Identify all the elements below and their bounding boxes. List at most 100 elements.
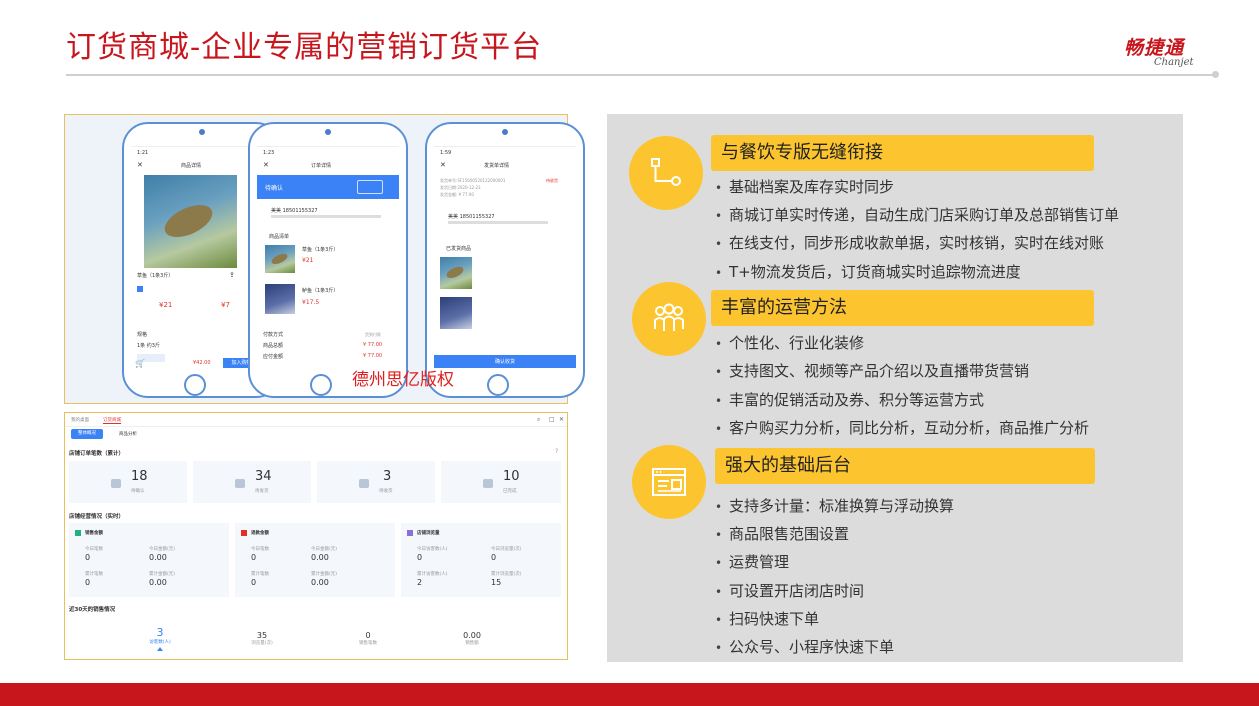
due-label: 应付金额: [263, 354, 284, 360]
close-icon[interactable]: ✕: [263, 161, 269, 169]
stat-value: 0.00: [463, 631, 481, 640]
count-card-completed[interactable]: 10 已完成: [441, 461, 561, 503]
item-image: [265, 284, 295, 314]
metric-label: 今日金额(元): [311, 547, 338, 552]
stat-label: 销售额: [465, 641, 479, 646]
screen-title: 发货单详情: [484, 163, 510, 169]
card-sales-amount: 销售金额 今日笔数 0 今日金额(元) 0.00 累计笔数 0 累计金额(元) …: [69, 523, 229, 597]
due-value: ¥ 77.00: [363, 353, 383, 359]
count-card-pending-confirm[interactable]: 18 待确认: [69, 461, 187, 503]
metric-label: 今日访客数(人): [417, 547, 448, 552]
metric-value: 0.00: [311, 578, 329, 587]
metric-value: 0: [417, 553, 423, 562]
order-status: 待确认: [265, 185, 284, 192]
stat-label: 浏览量(次): [251, 641, 273, 646]
feature-item: • 可设置开店闭店时间: [715, 582, 865, 600]
metric-value: 0: [85, 553, 91, 562]
metric-value: 0: [85, 578, 91, 587]
confirm-receipt-button[interactable]: 确认收货: [434, 355, 576, 368]
feature-item: • 商城订单实时传递，自动生成门店采购订单及总部销售订单: [715, 206, 1120, 224]
count-label: 已完成: [503, 489, 517, 494]
close-icon[interactable]: ✕: [137, 161, 143, 169]
feature-item: • 支持多计量：标准换算与浮动换算: [715, 497, 955, 515]
count-value: 18: [131, 469, 148, 484]
bottom-brand-bar: [0, 683, 1259, 706]
metric-label: 今日金额(元): [149, 547, 176, 552]
stat-sales-count[interactable]: 0 销售笔数: [353, 631, 383, 646]
stat-value: 35: [256, 631, 268, 640]
list-label: 商品清单: [269, 234, 290, 240]
count-card-pending-ship[interactable]: 34 待发货: [193, 461, 311, 503]
section-business-status: 店铺经营情况（实时）: [69, 514, 125, 520]
close-icon[interactable]: ✕: [440, 161, 446, 169]
order-contact: 美美 18501155327: [271, 208, 318, 214]
count-card-pending-receipt[interactable]: 3 待收货: [317, 461, 435, 503]
feature-item: • 支持图文、视频等产品介绍以及直播带货营销: [715, 362, 1030, 380]
search-icon[interactable]: ⌕: [537, 416, 540, 424]
count-value: 10: [503, 469, 520, 484]
address-line: [271, 215, 381, 218]
count-label: 待收货: [379, 489, 393, 494]
section-30day-sales: 近30天的销售情况: [69, 607, 116, 613]
stat-value: 0: [365, 631, 371, 640]
phone-screen: 1:23 ✕ 订单详情 待确认 美美 18501155327 商品清单 草鱼（1…: [257, 146, 399, 368]
count-label: 待确认: [131, 489, 145, 494]
metric-value: 2: [417, 578, 423, 587]
team-icon: [654, 303, 684, 331]
subtab-overview[interactable]: 整体概况: [71, 429, 103, 439]
metric-label: 累计金额(元): [149, 572, 176, 577]
feature-item: • 在线支付，同步形成收款单据，实时核销，实时在线对账: [715, 234, 1105, 252]
count-label: 待发货: [255, 489, 269, 494]
pay-label: 付款方式: [263, 332, 284, 338]
metric-value: 15: [491, 578, 502, 587]
metric-label: 累计金额(元): [311, 572, 338, 577]
cart-icon[interactable]: 🛒: [135, 359, 145, 368]
item-price: ¥17.5: [302, 299, 320, 306]
total-value: ¥ 77.00: [363, 342, 383, 348]
stat-visitors[interactable]: 3 访客数(人): [145, 626, 175, 651]
feature-circle: [632, 445, 706, 519]
tab-ordering-mall[interactable]: 订货商城: [103, 417, 121, 424]
metric-value: 0.00: [149, 578, 167, 587]
copyright-watermark: 德州思亿版权: [352, 370, 454, 390]
feature-panel: 与餐饮专版无缝衔接 • 基础档案及库存实时同步 • 商城订单实时传递，自动生成门店采…: [607, 114, 1183, 662]
address-line: [448, 221, 548, 224]
phone-shipment-detail: 1:59 ✕ 发货单详情 发货单号:SF15600520122000001 待收…: [425, 122, 585, 398]
share-icon[interactable]: ⇪: [229, 271, 235, 279]
count-value: 34: [255, 469, 272, 484]
tag-icon: [137, 286, 143, 292]
dashboard-subtabs: 整体概况 商品分析: [65, 429, 567, 441]
dashboard-screenshot: 我的桌面 订货商城 ⌕ □ ✕ 整体概况 商品分析 店铺订单笔数（累计） ? 1…: [64, 412, 568, 660]
spec-label: 规格: [137, 332, 148, 338]
title-divider-dot: [1212, 71, 1219, 78]
metric-label: 累计访客数(人): [417, 572, 448, 577]
card-title: 店铺浏览量: [417, 531, 440, 536]
status-time: 1:59: [440, 150, 452, 156]
feature-item: • 商品限售范围设置: [715, 525, 850, 543]
refund-icon: [241, 530, 247, 536]
count-value: 3: [383, 469, 392, 484]
pay-value: 货到付款: [365, 332, 381, 337]
stat-sales-amount[interactable]: 0.00 销售额: [457, 631, 487, 646]
stat-views[interactable]: 35 浏览量(次): [247, 631, 277, 646]
tab-my-desktop[interactable]: 我的桌面: [71, 417, 89, 423]
metric-value: 0.00: [311, 553, 329, 562]
item-image: [440, 297, 472, 329]
shipment-number: 发货单号:SF15600520122000001: [440, 178, 506, 183]
metric-label: 今日浏览量(次): [491, 547, 522, 552]
close-icon[interactable]: ✕: [559, 416, 564, 423]
status-time: 1:21: [137, 150, 149, 156]
price-a: ¥21: [159, 301, 173, 309]
help-icon[interactable]: ?: [555, 448, 558, 455]
stat-label: 销售笔数: [359, 641, 377, 646]
stat-label: 访客数(人): [149, 640, 171, 645]
metric-label: 累计浏览量(次): [491, 572, 522, 577]
restore-icon[interactable]: □: [549, 416, 555, 423]
subtab-product-analysis[interactable]: 商品分析: [119, 431, 137, 437]
status-time: 1:23: [263, 150, 275, 156]
metric-value: 0: [251, 553, 257, 562]
feature-item: • 个性化、行业化装修: [715, 334, 865, 352]
slide-title: 订货商城-企业专属的营销订货平台: [66, 30, 543, 65]
feature-item: • 客户购买力分析，同比分析，互动分析，商品推广分析: [715, 419, 1090, 437]
item-image: [440, 257, 472, 289]
